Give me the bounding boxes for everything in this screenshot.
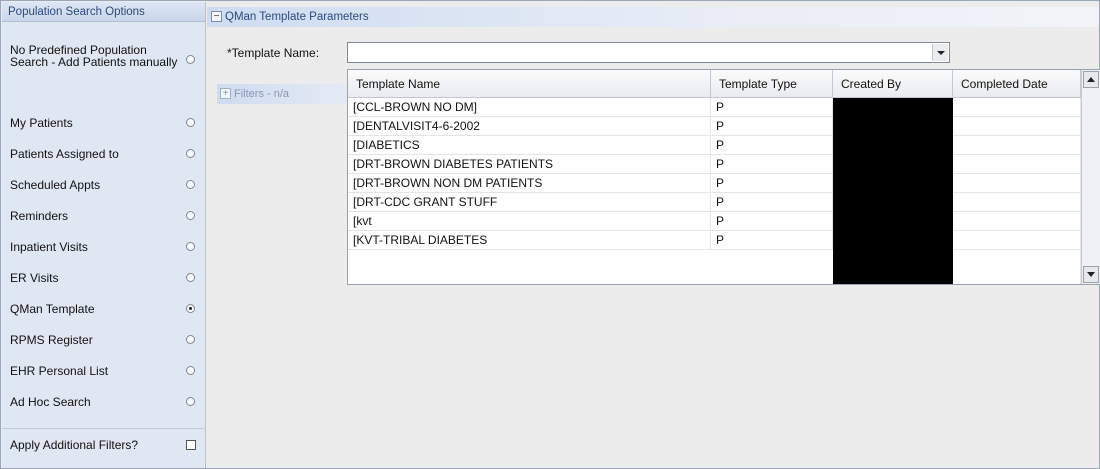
cell-created-by-redacted [833,155,953,174]
cell-template-name: [DRT-BROWN DIABETES PATIENTS [348,155,711,174]
population-search-options-panel: Population Search Options No Predefined … [2,2,206,468]
option-rpms-register[interactable]: RPMS Register [2,333,206,347]
collapse-icon[interactable]: − [211,11,222,22]
option-reminders[interactable]: Reminders [2,209,206,223]
column-header-template-type[interactable]: Template Type [711,70,833,98]
expand-icon[interactable]: + [220,88,231,99]
option-label: RPMS Register [10,333,93,347]
option-no-predefined-population[interactable]: No Predefined Population Search - Add Pa… [2,44,206,74]
radio-button[interactable] [186,118,195,127]
cell-template-type: P [711,193,833,212]
radio-button[interactable] [186,149,195,158]
cell-template-name: [DIABETICS [348,136,711,155]
radio-button[interactable] [186,55,195,64]
qman-template-parameters-header: − QMan Template Parameters [207,7,1099,27]
cell-template-name: [DRT-BROWN NON DM PATIENTS [348,174,711,193]
apply-additional-filters[interactable]: Apply Additional Filters? [2,438,206,452]
cell-completed-date [953,117,1081,136]
filters-label: Filters - n/a [234,88,290,100]
cell-completed-date [953,155,1081,174]
filters-section-header[interactable]: + Filters - n/a [217,84,347,104]
option-ad-hoc-search[interactable]: Ad Hoc Search [2,395,206,409]
scroll-up-icon[interactable] [1083,71,1099,88]
window-frame: Population Search Options No Predefined … [0,0,1100,469]
radio-button[interactable] [186,242,195,251]
cell-completed-date [953,174,1081,193]
option-label: EHR Personal List [10,364,109,378]
table-row[interactable]: [DIABETICS P [348,136,1081,155]
chevron-down-icon[interactable] [932,44,948,61]
cell-template-type: P [711,212,833,231]
template-dropdown-grid: Template Name Template Type Created By C… [347,69,1100,285]
cell-created-by-redacted [833,193,953,212]
cell-created-by-redacted [833,231,953,250]
cell-completed-date [953,231,1081,250]
cell-template-name: [KVT-TRIBAL DIABETES [348,231,711,250]
checkbox[interactable] [186,440,196,450]
redaction-block [833,250,953,284]
option-label: Patients Assigned to [10,147,119,161]
column-header-completed-date[interactable]: Completed Date [953,70,1081,98]
table-row[interactable]: [kvt P [348,212,1081,231]
table-row[interactable]: [KVT-TRIBAL DIABETES P [348,231,1081,250]
option-label: QMan Template [10,302,95,316]
cell-completed-date [953,136,1081,155]
radio-button[interactable] [186,335,195,344]
cell-template-type: P [711,117,833,136]
section-title: QMan Template Parameters [225,11,369,23]
cell-template-name: [CCL-BROWN NO DM] [348,98,711,117]
cell-created-by-redacted [833,212,953,231]
cell-created-by-redacted [833,136,953,155]
option-label: Scheduled Appts [10,178,101,192]
table-row[interactable]: [DRT-BROWN NON DM PATIENTS P [348,174,1081,193]
scroll-down-icon[interactable] [1083,266,1099,283]
table-row[interactable]: [DENTALVISIT4-6-2002 P [348,117,1081,136]
panel-title: Population Search Options [2,2,205,22]
option-label: My Patients [10,116,73,130]
cell-created-by-redacted [833,174,953,193]
radio-button[interactable] [186,180,195,189]
column-header-created-by[interactable]: Created By [833,70,953,98]
option-label: Inpatient Visits [10,240,88,254]
radio-button-selected[interactable] [186,304,195,313]
template-name-label: *Template Name: [227,46,320,60]
table-row[interactable]: [CCL-BROWN NO DM] P [348,98,1081,117]
cell-template-type: P [711,98,833,117]
table-row[interactable]: [DRT-CDC GRANT STUFF P [348,193,1081,212]
cell-template-name: [kvt [348,212,711,231]
radio-button[interactable] [186,273,195,282]
option-label: Reminders [10,209,69,223]
radio-button[interactable] [186,397,195,406]
cell-template-type: P [711,155,833,174]
cell-completed-date [953,212,1081,231]
option-patients-assigned-to[interactable]: Patients Assigned to [2,147,206,161]
cell-template-type: P [711,231,833,250]
option-scheduled-appts[interactable]: Scheduled Appts [2,178,206,192]
cell-template-type: P [711,136,833,155]
radio-button[interactable] [186,211,195,220]
template-name-combobox[interactable] [347,42,950,63]
cell-created-by-redacted [833,117,953,136]
option-label: No Predefined Population Search - Add Pa… [10,43,178,69]
option-qman-template[interactable]: QMan Template [2,302,206,316]
cell-created-by-redacted [833,98,953,117]
vertical-scrollbar[interactable] [1081,70,1100,284]
option-my-patients[interactable]: My Patients [2,116,206,130]
option-er-visits[interactable]: ER Visits [2,271,206,285]
radio-button[interactable] [186,366,195,375]
divider [2,428,206,429]
cell-completed-date [953,193,1081,212]
option-label: Ad Hoc Search [10,395,91,409]
cell-template-name: [DENTALVISIT4-6-2002 [348,117,711,136]
cell-completed-date [953,98,1081,117]
option-ehr-personal-list[interactable]: EHR Personal List [2,364,206,378]
option-inpatient-visits[interactable]: Inpatient Visits [2,240,206,254]
column-header-template-name[interactable]: Template Name [348,70,711,98]
option-label: ER Visits [10,271,59,285]
cell-template-name: [DRT-CDC GRANT STUFF [348,193,711,212]
grid-filler [953,250,1081,284]
option-label: Apply Additional Filters? [10,438,139,452]
table-row[interactable]: [DRT-BROWN DIABETES PATIENTS P [348,155,1081,174]
cell-template-type: P [711,174,833,193]
